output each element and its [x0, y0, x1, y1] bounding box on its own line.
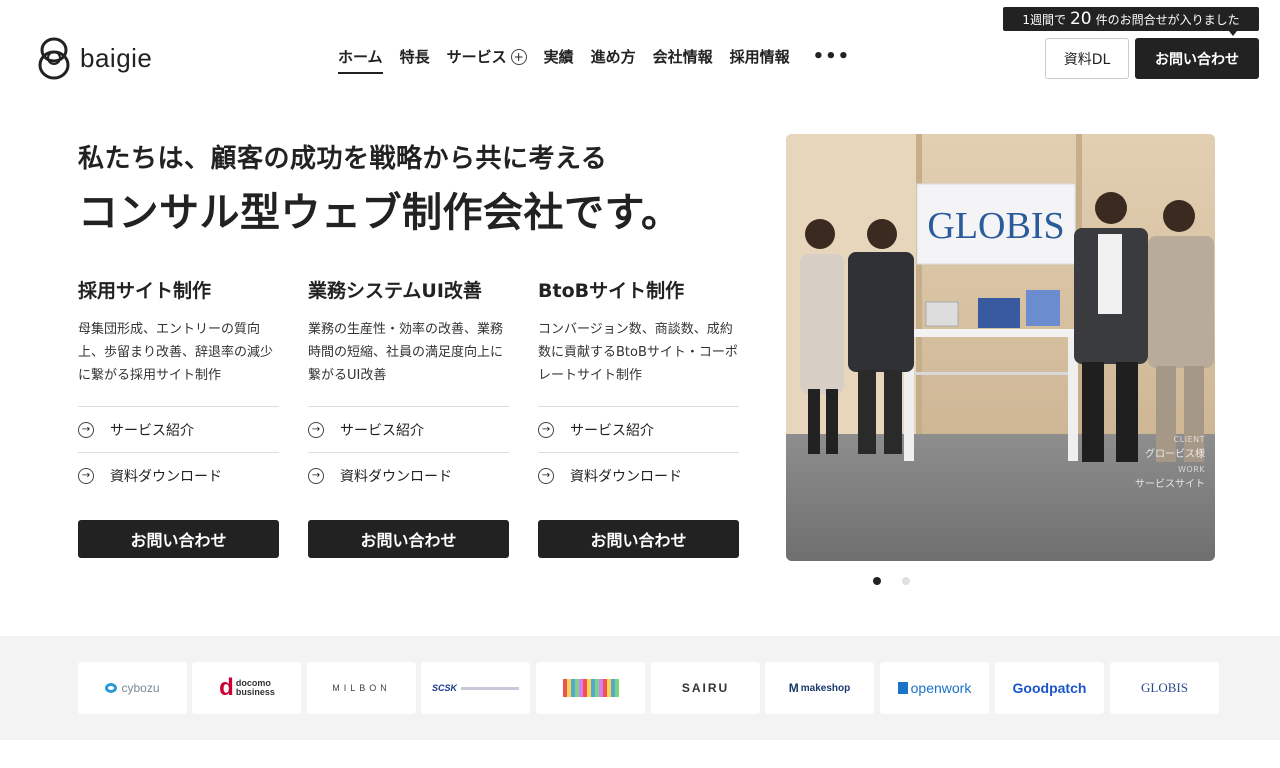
- carousel-dots: [873, 577, 910, 585]
- hero-case-photo[interactable]: GLOBIS CLIENT グロービス様 WORK サービスサイト: [786, 134, 1215, 561]
- service-title: BtoBサイト制作: [538, 280, 685, 302]
- service-description: 母集団形成、エントリーの質向上、歩留まり改善、辞退率の減少に繋がる採用サイト制作: [78, 322, 274, 383]
- nav-company[interactable]: 会社情報: [653, 46, 713, 73]
- carousel-dot-1[interactable]: [873, 577, 881, 585]
- caption-client: グロービス様: [1145, 449, 1205, 460]
- nav-home[interactable]: ホーム: [338, 46, 383, 74]
- arrow-right-icon: →: [78, 421, 94, 438]
- caption-work: サービスサイト: [1135, 479, 1205, 490]
- makeshop-icon: M: [788, 681, 799, 695]
- photo-caption: CLIENT グロービス様 WORK サービスサイト: [1135, 432, 1205, 492]
- service-title: 採用サイト制作: [78, 280, 212, 302]
- notice-suffix: 件のお問合せが入りました: [1095, 12, 1240, 27]
- hero-subtitle: 私たちは、顧客の成功を戦略から共に考える: [78, 144, 608, 174]
- client-logo-tokyo-media: [536, 662, 645, 714]
- scsk-tagline-bar: [461, 686, 519, 690]
- main-nav: ホーム 特長 サービス + 実績 進め方 会社情報 採用情報 •••: [338, 46, 851, 74]
- client-logo-cybozu: cybozu: [78, 662, 187, 714]
- client-logo-text: docomo business: [235, 678, 275, 697]
- site-logo[interactable]: baigie: [38, 36, 152, 80]
- service-description: コンバージョン数、商談数、成約数に貢献するBtoBサイト・コーポレートサイト制作: [538, 322, 738, 383]
- service-intro-link[interactable]: → サービス紹介: [538, 406, 739, 452]
- caption-work-label: WORK: [1177, 465, 1205, 474]
- service-intro-link[interactable]: → サービス紹介: [308, 406, 509, 452]
- service-btob-site: BtoBサイト制作 コンバージョン数、商談数、成約数に貢献するBtoBサイト・コ…: [538, 276, 739, 558]
- service-contact-button[interactable]: お問い合わせ: [78, 520, 279, 558]
- caption-client-label: CLIENT: [1173, 435, 1205, 444]
- logo-text: baigie: [80, 42, 153, 73]
- notice-prefix: 1週間で: [1022, 12, 1066, 27]
- client-logo-milbon: MILBON: [307, 662, 416, 714]
- link-label: サービス紹介: [570, 422, 654, 439]
- link-label: 資料ダウンロード: [110, 468, 222, 485]
- site-header: baigie ホーム 特長 サービス + 実績 進め方 会社情報 採用情報 •••…: [0, 0, 1280, 110]
- client-logo-text: SAIRU: [681, 681, 730, 695]
- service-title: 業務システムUI改善: [308, 280, 482, 302]
- client-logo-text: SCSK: [431, 683, 457, 693]
- client-logo-text: cybozu: [121, 681, 160, 695]
- client-logo-text: MILBON: [332, 683, 391, 693]
- service-intro-link[interactable]: → サービス紹介: [78, 406, 279, 452]
- service-business-ui: 業務システムUI改善 業務の生産性・効率の改善、業務時間の短縮、社員の満足度向上…: [308, 276, 509, 558]
- client-logo-sairu: SAIRU: [651, 662, 760, 714]
- client-logo-text: openwork: [910, 680, 972, 696]
- nav-works[interactable]: 実績: [544, 46, 574, 73]
- link-label: サービス紹介: [110, 422, 194, 439]
- client-logo-text: Goodpatch: [1012, 680, 1087, 696]
- office-photo-illustration: GLOBIS: [786, 134, 1215, 561]
- nav-process[interactable]: 進め方: [591, 46, 636, 73]
- client-logo-docomo-business: d docomo business: [192, 662, 301, 714]
- plus-icon: +: [510, 49, 527, 65]
- client-logo-makeshop: M makeshop: [765, 662, 874, 714]
- notice-count: 20: [1069, 9, 1092, 29]
- client-logo-text: makeshop: [800, 682, 851, 694]
- client-logo-globis: GLOBIS: [1110, 662, 1219, 714]
- more-icon[interactable]: •••: [813, 46, 851, 73]
- hero-title: コンサル型ウェブ制作会社です。: [78, 190, 682, 236]
- download-button[interactable]: 資料DL: [1045, 38, 1129, 79]
- client-logo-goodpatch: Goodpatch: [995, 662, 1104, 714]
- arrow-right-icon: →: [538, 421, 554, 438]
- link-label: 資料ダウンロード: [340, 468, 452, 485]
- globis-sign: GLOBIS: [927, 205, 1064, 247]
- service-contact-button[interactable]: お問い合わせ: [538, 520, 739, 558]
- nav-recruit[interactable]: 採用情報: [730, 46, 790, 73]
- nav-services-label: サービス: [446, 48, 507, 66]
- contact-button[interactable]: お問い合わせ: [1135, 38, 1259, 79]
- nav-features[interactable]: 特長: [400, 46, 430, 73]
- arrow-right-icon: →: [308, 467, 324, 484]
- inquiry-notice: 1週間で 20 件のお問合せが入りました: [1003, 7, 1259, 36]
- service-download-link[interactable]: → 資料ダウンロード: [538, 452, 739, 498]
- docomo-icon: d: [219, 674, 234, 701]
- arrow-right-icon: →: [538, 467, 554, 484]
- client-logo-band: cybozu d docomo business MILBON SCSK SAI…: [0, 636, 1280, 740]
- link-label: サービス紹介: [340, 422, 424, 439]
- carousel-dot-2[interactable]: [902, 577, 910, 585]
- client-logo-openwork: openwork: [880, 662, 989, 714]
- arrow-right-icon: →: [78, 467, 94, 484]
- arrow-right-icon: →: [308, 421, 324, 438]
- nav-services[interactable]: サービス +: [447, 46, 527, 73]
- mosaic-logo-icon: [562, 679, 619, 697]
- service-download-link[interactable]: → 資料ダウンロード: [308, 452, 509, 498]
- service-recruit-site: 採用サイト制作 母集団形成、エントリーの質向上、歩留まり改善、辞退率の減少に繋が…: [78, 276, 279, 558]
- service-download-link[interactable]: → 資料ダウンロード: [78, 452, 279, 498]
- link-label: 資料ダウンロード: [570, 468, 682, 485]
- baigie-logo-icon: [38, 37, 70, 80]
- service-contact-button[interactable]: お問い合わせ: [308, 520, 509, 558]
- cybozu-icon: [105, 683, 118, 693]
- client-logo-text: GLOBIS: [1141, 680, 1188, 695]
- client-logo-scsk: SCSK: [421, 662, 530, 714]
- service-description: 業務の生産性・効率の改善、業務時間の短縮、社員の満足度向上に繋がるUI改善: [308, 322, 504, 383]
- openwork-icon: [897, 682, 908, 694]
